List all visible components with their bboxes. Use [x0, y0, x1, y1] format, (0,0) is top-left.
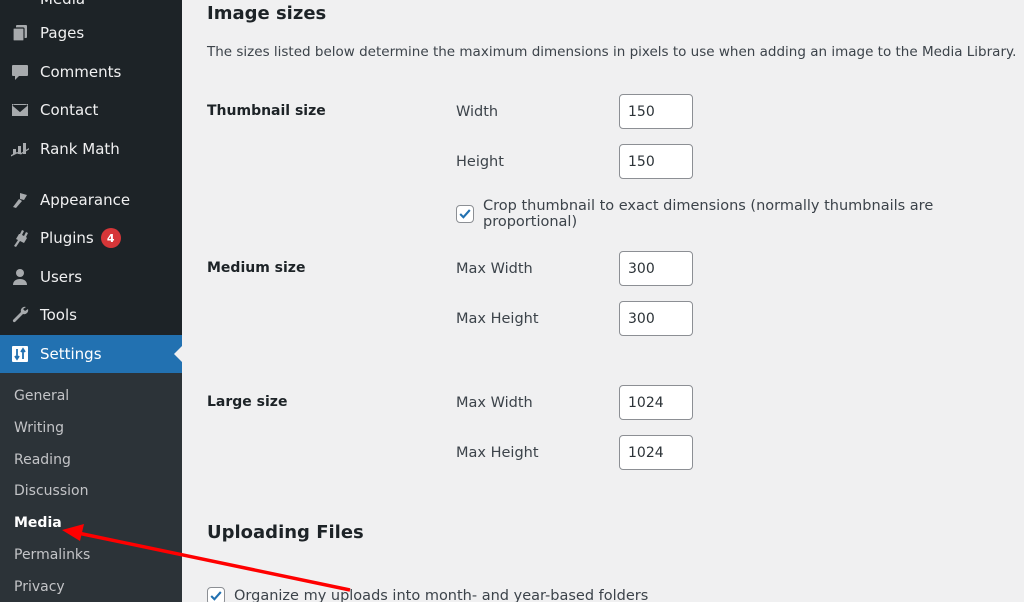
sidebar-item-label: Plugins: [40, 229, 94, 247]
sidebar-item-comments[interactable]: Comments: [0, 53, 182, 91]
submenu-item-reading[interactable]: Reading: [14, 452, 71, 468]
thumbnail-height-label: Height: [456, 154, 504, 170]
admin-sidebar: Media Pages Comments Contact Rank Math A…: [0, 0, 182, 602]
comments-icon: [0, 62, 40, 82]
sidebar-item-tools[interactable]: Tools: [0, 296, 182, 334]
crop-thumbnail-checkbox[interactable]: [456, 205, 474, 223]
plugins-update-badge: 4: [100, 228, 121, 248]
settings-submenu: General Writing Reading Discussion Media…: [0, 373, 182, 602]
image-sizes-description: The sizes listed below determine the max…: [207, 44, 1017, 60]
sidebar-item-label: Settings: [40, 345, 102, 363]
thumbnail-height-input[interactable]: [619, 144, 693, 179]
submenu-item-discussion[interactable]: Discussion: [14, 483, 88, 499]
sidebar-item-label: Contact: [40, 101, 99, 119]
organize-uploads-row: Organize my uploads into month- and year…: [207, 587, 648, 602]
submenu-item-general[interactable]: General: [14, 388, 69, 404]
medium-width-label: Max Width: [456, 261, 533, 277]
sidebar-item-rank-math[interactable]: Rank Math: [0, 130, 182, 168]
settings-icon: [0, 344, 40, 364]
sidebar-item-pages[interactable]: Pages: [0, 14, 182, 52]
thumbnail-size-label: Thumbnail size: [207, 103, 326, 119]
sidebar-item-label: Appearance: [40, 191, 131, 209]
paintbrush-icon: [0, 190, 40, 210]
large-size-label: Large size: [207, 394, 288, 410]
submenu-item-media[interactable]: Media: [14, 515, 62, 531]
sidebar-item-settings[interactable]: Settings: [0, 335, 182, 373]
medium-height-input[interactable]: [619, 301, 693, 336]
medium-size-label: Medium size: [207, 260, 306, 276]
user-icon: [0, 267, 40, 287]
sidebar-item-label: Comments: [40, 63, 122, 81]
medium-width-input[interactable]: [619, 251, 693, 286]
sidebar-item-contact[interactable]: Contact: [0, 91, 182, 129]
thumbnail-width-input[interactable]: [619, 94, 693, 129]
large-height-input[interactable]: [619, 435, 693, 470]
pages-icon: [0, 23, 40, 43]
sidebar-item-plugins[interactable]: Plugins 4: [0, 219, 182, 257]
sidebar-item-users[interactable]: Users: [0, 258, 182, 296]
checkmark-icon: [210, 591, 222, 601]
organize-uploads-label: Organize my uploads into month- and year…: [234, 588, 649, 602]
sidebar-item-label: Rank Math: [40, 140, 120, 158]
envelope-icon: [0, 100, 40, 120]
crop-thumbnail-label: Crop thumbnail to exact dimensions (norm…: [483, 198, 934, 230]
medium-height-label: Max Height: [456, 311, 539, 327]
media-icon: [0, 0, 40, 9]
large-height-label: Max Height: [456, 445, 539, 461]
crop-thumbnail-row: Crop thumbnail to exact dimensions (norm…: [456, 198, 1024, 230]
organize-uploads-checkbox[interactable]: [207, 587, 225, 602]
sidebar-item-label: Users: [40, 268, 83, 286]
active-menu-pointer: [174, 346, 182, 362]
rank-math-icon: [0, 139, 40, 159]
thumbnail-width-label: Width: [456, 104, 499, 120]
sidebar-item-label: Tools: [40, 306, 77, 324]
wrench-icon: [0, 305, 40, 325]
main-content: Image sizes The sizes listed below deter…: [182, 0, 1024, 602]
large-width-input[interactable]: [619, 385, 693, 420]
large-width-label: Max Width: [456, 395, 533, 411]
sidebar-item-appearance[interactable]: Appearance: [0, 181, 182, 219]
uploading-files-heading: Uploading Files: [207, 522, 364, 543]
submenu-item-permalinks[interactable]: Permalinks: [14, 547, 90, 563]
submenu-item-privacy[interactable]: Privacy: [14, 579, 65, 595]
checkmark-icon: [459, 209, 471, 219]
sidebar-item-label: Pages: [40, 24, 85, 42]
sidebar-item-label: Media: [40, 0, 85, 8]
plugin-icon: [0, 228, 40, 248]
image-sizes-heading: Image sizes: [207, 3, 327, 24]
submenu-item-writing[interactable]: Writing: [14, 420, 64, 436]
